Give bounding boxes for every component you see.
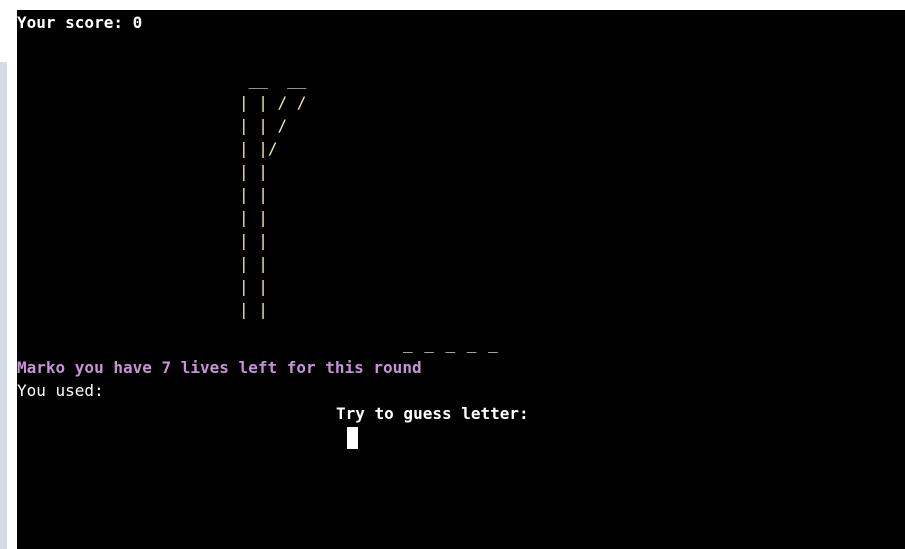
browser-scrollbar-rail [0, 62, 7, 549]
page: Your score: 0 __ __ | | / / | | / | |/ |… [0, 0, 905, 549]
gallows-ascii-art: __ __ | | / / | | / | |/ | | | | | | | |… [239, 70, 307, 319]
hidden-word-display: _ _ _ _ _ [403, 334, 499, 353]
score-display: Your score: 0 [17, 13, 143, 32]
lives-message: Marko you have 7 lives left for this rou… [17, 358, 422, 377]
used-letters-label: You used: [17, 381, 104, 400]
text-cursor[interactable] [347, 427, 358, 449]
terminal-screen[interactable]: Your score: 0 __ __ | | / / | | / | |/ |… [17, 10, 905, 549]
guess-prompt: Try to guess letter: [336, 404, 529, 423]
